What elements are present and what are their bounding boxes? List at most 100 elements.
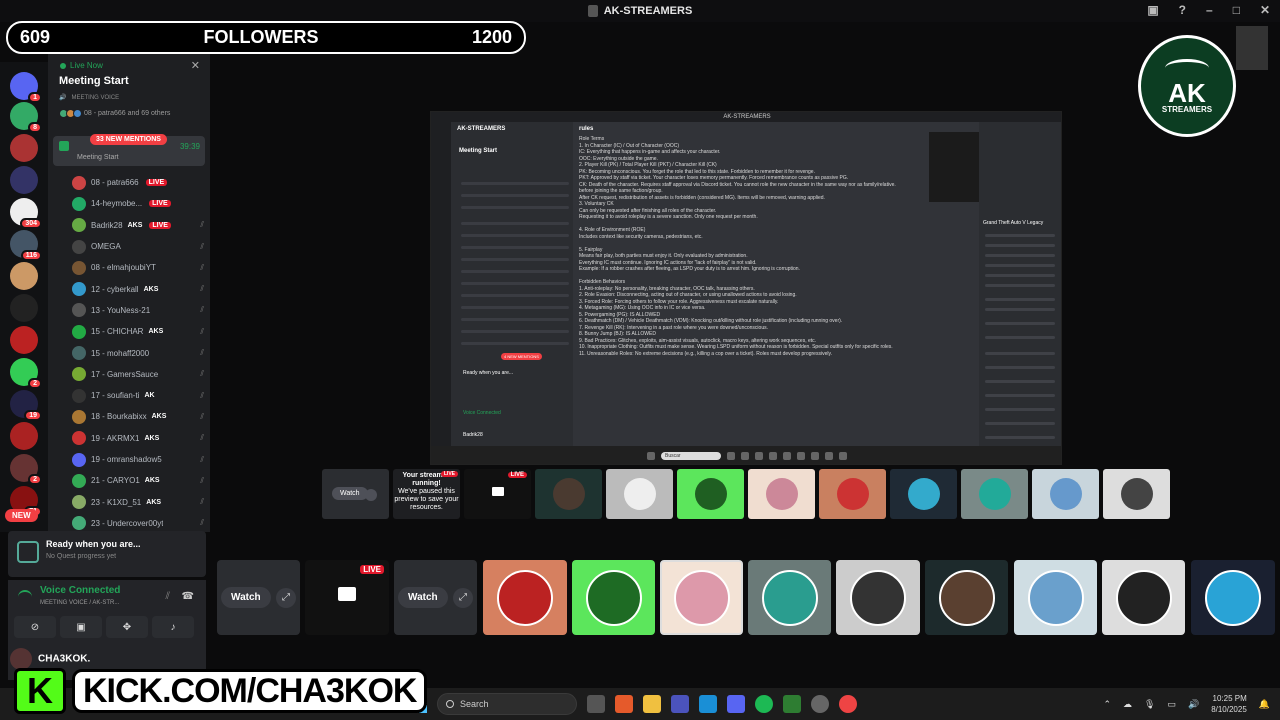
mini-tile[interactable] xyxy=(819,469,886,519)
channel-people[interactable]: 08 - patra666 and 69 others xyxy=(59,109,170,118)
obs-icon[interactable] xyxy=(811,695,829,713)
voice-user[interactable]: 17 - GamersSauce ⫽ xyxy=(72,364,207,385)
mic-icon[interactable]: 🎙 xyxy=(1144,699,1155,710)
discord-icon[interactable] xyxy=(727,695,745,713)
mini-tile[interactable] xyxy=(748,469,815,519)
voice-user[interactable]: 08 - patra666 LIVE xyxy=(72,172,207,193)
cloud-icon[interactable]: ☁ xyxy=(1123,699,1132,710)
server-icon[interactable]: 304 xyxy=(10,198,42,229)
close-icon[interactable]: ✕ xyxy=(191,59,200,72)
server-icon[interactable]: 116 xyxy=(10,230,42,261)
file-explorer-icon[interactable] xyxy=(643,695,661,713)
popout-icon[interactable]: ⤢ xyxy=(276,588,296,608)
participant-tile[interactable] xyxy=(572,560,655,635)
stream-tile[interactable]: Watch ⤢ xyxy=(217,560,300,635)
edge-icon[interactable] xyxy=(699,695,717,713)
server-icon[interactable]: 19 xyxy=(10,390,42,421)
game-launcher-icon[interactable] xyxy=(783,695,801,713)
mini-tile[interactable] xyxy=(606,469,673,519)
followers-label: FOLLOWERS xyxy=(203,27,319,47)
task-view-icon[interactable] xyxy=(587,695,605,713)
stream-tile[interactable]: Watch ⤢ xyxy=(394,560,477,635)
taskbar-search[interactable]: Search xyxy=(437,693,577,715)
watch-button[interactable]: Watch xyxy=(221,587,271,608)
voice-user[interactable]: 19 - omranshadow5 ⫽ xyxy=(72,449,207,470)
server-icon[interactable]: 2 xyxy=(10,454,42,485)
chrome-icon[interactable] xyxy=(839,695,857,713)
minimize-button[interactable]: – xyxy=(1206,3,1213,17)
quest-panel[interactable]: Ready when you are... No Quest progress … xyxy=(8,531,206,577)
server-icon[interactable] xyxy=(10,422,38,450)
participant-tile[interactable] xyxy=(748,560,831,635)
camera-button[interactable]: ⊘ xyxy=(14,616,56,638)
voice-user[interactable]: Badrik28 AKS LIVE ⫽ xyxy=(72,215,207,236)
brave-icon[interactable] xyxy=(615,695,633,713)
mini-tile[interactable] xyxy=(535,469,602,519)
watch-button[interactable]: Watch xyxy=(398,587,448,608)
voice-user[interactable]: 23 - Undercover00yt ⫽ xyxy=(72,513,207,532)
voice-user[interactable]: 13 - YouNess-21 ⫽ xyxy=(72,300,207,321)
participant-tile[interactable] xyxy=(1102,560,1185,635)
close-button[interactable]: ✕ xyxy=(1260,3,1270,17)
server-icon[interactable] xyxy=(10,326,38,354)
voice-user[interactable]: 14-heymobe... LIVE xyxy=(72,193,207,214)
network-icon[interactable]: ▭ xyxy=(1167,699,1176,710)
mini-tile[interactable] xyxy=(677,469,744,519)
mini-tile[interactable]: Watch xyxy=(322,469,389,519)
participant-tile[interactable] xyxy=(1191,560,1275,635)
disconnect-icon[interactable]: ☎ xyxy=(182,591,194,602)
noise-suppression-icon[interactable]: ⫽ xyxy=(166,591,170,602)
participant-tile[interactable] xyxy=(660,560,743,635)
server-icon[interactable] xyxy=(10,166,38,194)
inbox-icon[interactable]: ▣ xyxy=(1147,3,1158,17)
muted-icon: ⫽ xyxy=(200,241,204,251)
server-icon[interactable] xyxy=(10,134,38,162)
screen-share-button[interactable]: ▣ xyxy=(60,616,102,638)
avatar xyxy=(72,367,86,382)
voice-user[interactable]: 15 - CHICHAR AKS ⫽ xyxy=(72,321,207,342)
popout-icon[interactable]: ⤢ xyxy=(453,588,473,608)
new-badge[interactable]: NEW xyxy=(5,509,38,522)
screen-share-view[interactable]: AK-STREAMERS AK-STREAMERS Meeting Start … xyxy=(430,111,1062,465)
own-stream-tile[interactable]: LIVE xyxy=(305,560,389,635)
participant-tile[interactable] xyxy=(836,560,920,635)
mini-tile[interactable]: LIVE xyxy=(464,469,531,519)
maximize-button[interactable]: □ xyxy=(1233,3,1240,17)
voice-user[interactable]: 12 - cyberkall AKS ⫽ xyxy=(72,278,207,299)
mini-tile[interactable] xyxy=(890,469,957,519)
voice-user[interactable]: OMEGA ⫽ xyxy=(72,236,207,257)
spotify-icon[interactable] xyxy=(755,695,773,713)
server-icon[interactable] xyxy=(10,294,38,322)
participant-tile[interactable] xyxy=(1014,560,1097,635)
server-icon[interactable]: 1 xyxy=(10,72,42,103)
server-icon[interactable] xyxy=(10,262,38,290)
voice-user[interactable]: 17 - soufian-ti AK ⫽ xyxy=(72,385,207,406)
mini-tile[interactable] xyxy=(961,469,1028,519)
mini-tile[interactable] xyxy=(1032,469,1099,519)
avatar xyxy=(72,324,86,339)
voice-channel-path[interactable]: MEETING VOICE / AK-STR... xyxy=(40,600,119,606)
voice-user[interactable]: 18 - Bourkabixx AKS ⫽ xyxy=(72,406,207,427)
chevron-up-icon[interactable]: ⌃ xyxy=(1103,699,1111,710)
popout-icon[interactable] xyxy=(365,489,377,501)
server-icon[interactable]: 8 xyxy=(10,102,42,133)
activities-button[interactable]: ✥ xyxy=(106,616,148,638)
participant-tile[interactable] xyxy=(483,560,567,635)
mini-watch-button[interactable]: Watch xyxy=(332,487,368,500)
voice-user[interactable]: 21 - CARYO1 AKS ⫽ xyxy=(72,470,207,491)
mini-tile[interactable] xyxy=(1103,469,1170,519)
soundboard-button[interactable]: ♪ xyxy=(152,616,194,638)
help-icon[interactable]: ? xyxy=(1179,3,1186,17)
voice-user[interactable]: 19 - AKRMX1 AKS ⫽ xyxy=(72,428,207,449)
volume-icon[interactable]: 🔊 xyxy=(1188,699,1199,710)
voice-user[interactable]: 23 - K1XD_51 AKS ⫽ xyxy=(72,491,207,512)
participant-tile[interactable] xyxy=(925,560,1008,635)
clock[interactable]: 10:25 PM 8/10/2025 xyxy=(1211,693,1247,715)
teams-icon[interactable] xyxy=(671,695,689,713)
voice-user[interactable]: 08 - elmahjoubiYT ⫽ xyxy=(72,257,207,278)
server-icon[interactable]: 2 xyxy=(10,358,42,389)
mentions-badge[interactable]: 33 NEW MENTIONS xyxy=(90,134,167,145)
user-panel[interactable]: CHA3KOK. xyxy=(10,648,90,670)
notifications-icon[interactable]: 🔔 xyxy=(1259,699,1270,710)
voice-user[interactable]: 15 - mohaff2000 ⫽ xyxy=(72,342,207,363)
